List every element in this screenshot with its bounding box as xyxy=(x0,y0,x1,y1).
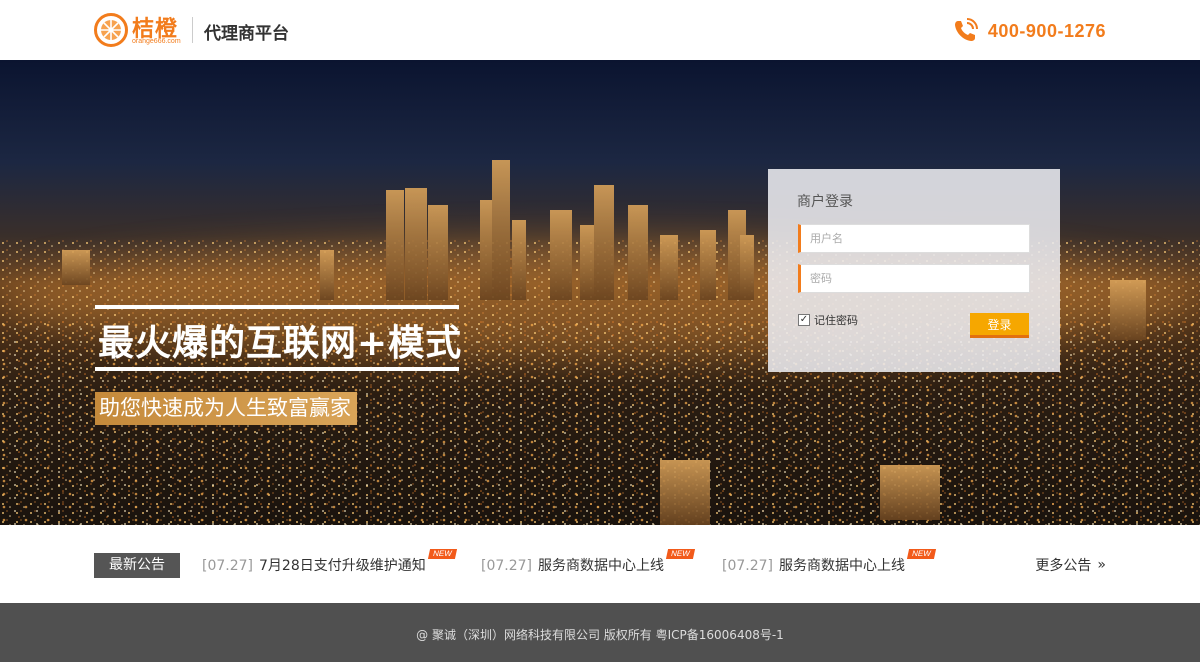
notice-title[interactable]: 服务商数据中心上线 xyxy=(538,558,664,574)
orange-logo-icon xyxy=(94,13,128,47)
notice-item[interactable]: [07.27] 服务商数据中心上线 NEW xyxy=(722,549,937,575)
new-badge: NEW xyxy=(907,549,937,559)
platform-name: 代理商平台 xyxy=(204,24,289,44)
notice-item[interactable]: [07.27] 服务商数据中心上线 NEW xyxy=(481,549,696,575)
notice-date: [07.27] xyxy=(202,558,254,574)
more-notices-link[interactable]: 更多公告 » xyxy=(1035,555,1106,575)
footer: @ 聚诚（深圳）网络科技有限公司 版权所有 粤ICP备16006408号-1 xyxy=(0,603,1200,662)
remember-checkbox[interactable]: ✓ xyxy=(798,314,810,326)
new-badge: NEW xyxy=(666,549,696,559)
hotline: 400-900-1276 xyxy=(952,17,1106,45)
notice-bar: 最新公告 [07.27] 7月28日支付升级维护通知 NEW [07.27] 服务商… xyxy=(0,525,1200,603)
hero-slogan: 最火爆的互联网+模式 xyxy=(98,323,463,364)
more-notices-label: 更多公告 xyxy=(1035,558,1092,574)
password-input[interactable] xyxy=(801,265,1029,292)
notice-title[interactable]: 服务商数据中心上线 xyxy=(779,558,905,574)
remember-label: 记住密码 xyxy=(814,314,858,327)
password-field xyxy=(798,264,1030,293)
logo-url: orange666.com xyxy=(132,38,181,45)
copyright-text: @ 聚诚（深圳）网络科技有限公司 版权所有 粤ICP备16006408号-1 xyxy=(416,628,784,642)
header-divider xyxy=(192,17,193,43)
username-field xyxy=(798,224,1030,253)
hero-subslogan: 助您快速成为人生致富赢家 xyxy=(95,392,357,425)
username-input[interactable] xyxy=(801,225,1029,252)
notice-item[interactable]: [07.27] 7月28日支付升级维护通知 NEW xyxy=(202,549,457,575)
new-badge: NEW xyxy=(428,549,457,559)
double-chevron-right-icon: » xyxy=(1097,557,1106,573)
login-button[interactable]: 登录 xyxy=(970,313,1029,338)
remember-password[interactable]: ✓ 记住密码 xyxy=(798,312,858,328)
slogan-rule-bottom xyxy=(95,367,459,371)
notice-date: [07.27] xyxy=(481,558,533,574)
header: 桔橙 orange666.com 代理商平台 400-900-1276 xyxy=(0,0,1200,60)
notice-title[interactable]: 7月28日支付升级维护通知 xyxy=(259,558,426,574)
notice-date: [07.27] xyxy=(722,558,774,574)
phone-number: 400-900-1276 xyxy=(987,20,1106,41)
logo[interactable]: 桔橙 orange666.com xyxy=(94,11,184,49)
login-panel: 商户登录 ✓ 记住密码 登录 xyxy=(768,169,1060,372)
slogan-rule-top xyxy=(95,305,459,309)
login-title: 商户登录 xyxy=(797,194,853,210)
phone-icon xyxy=(954,18,978,41)
notice-label: 最新公告 xyxy=(94,553,180,578)
